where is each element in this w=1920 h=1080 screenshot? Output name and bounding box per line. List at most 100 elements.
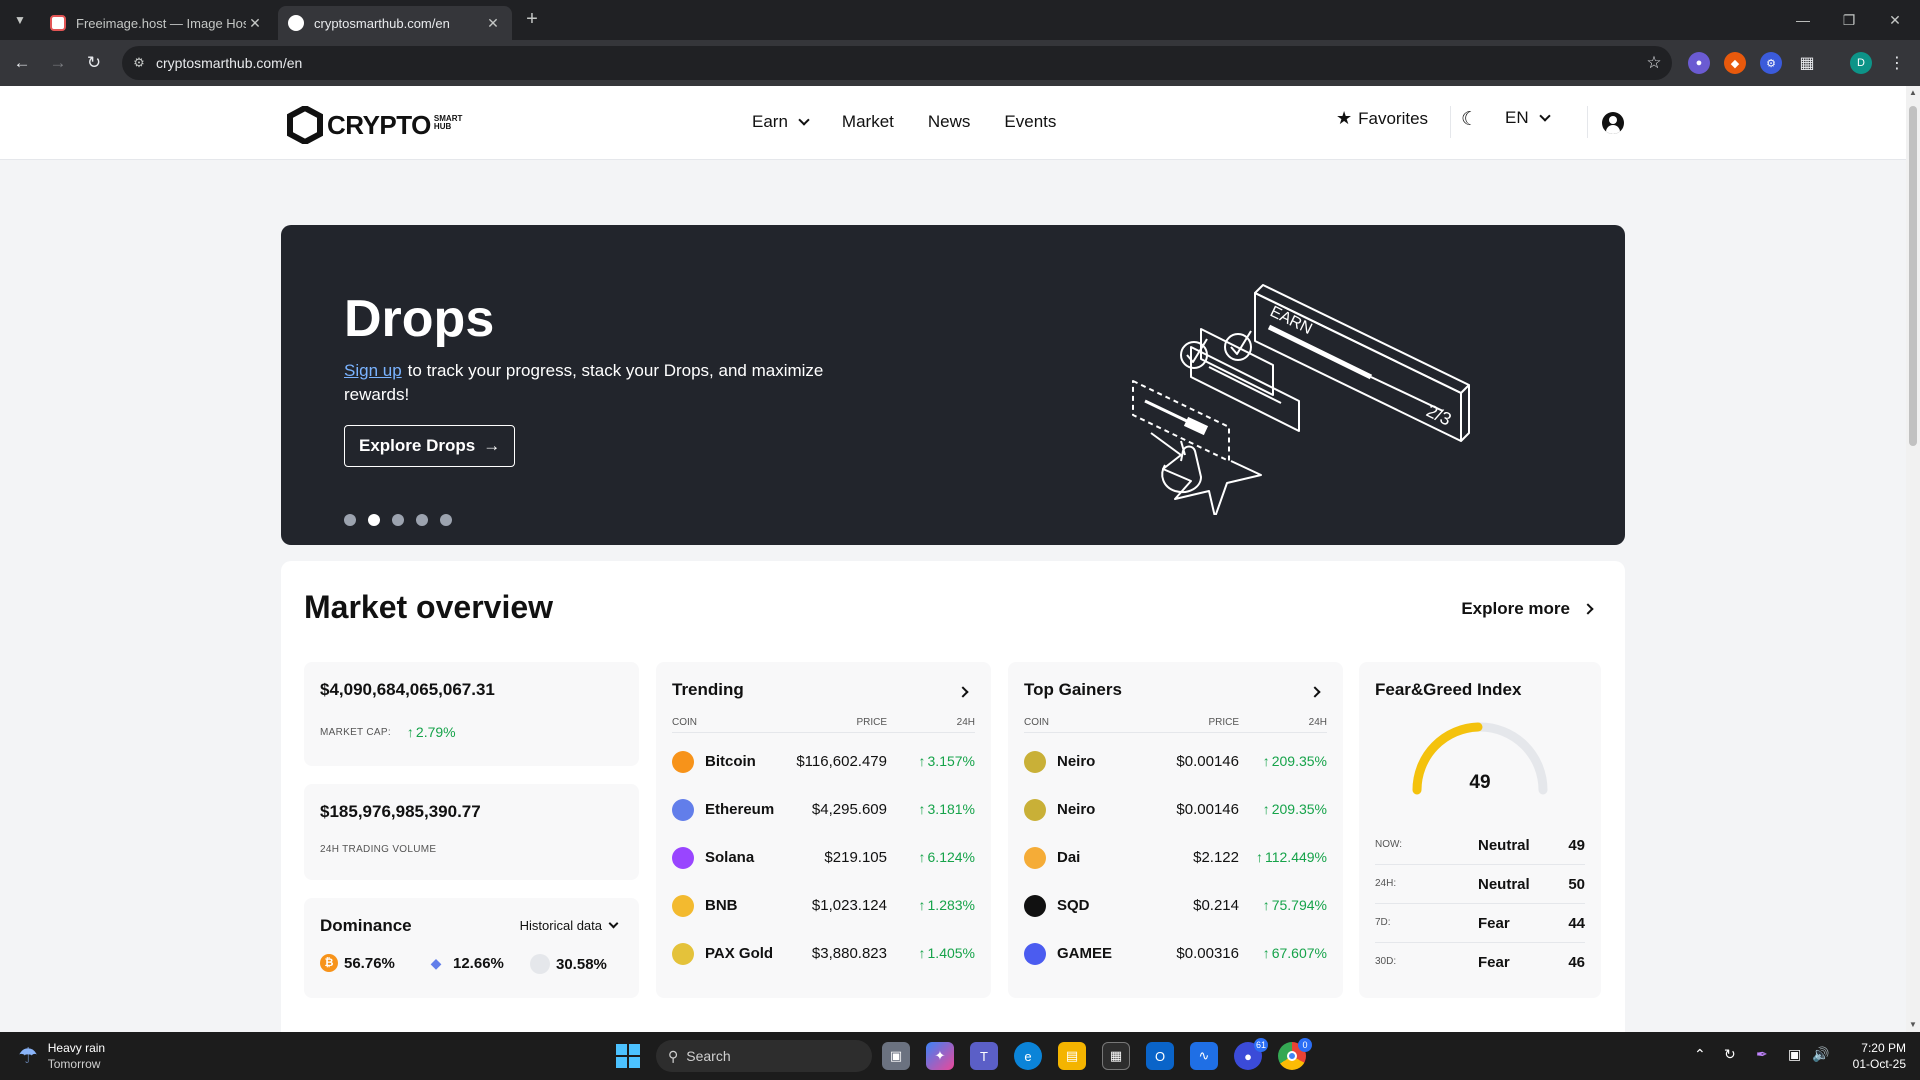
- coin-name: PAX Gold: [705, 945, 774, 962]
- table-row[interactable]: Dai $2.122 112.449%: [1024, 834, 1327, 882]
- table-row[interactable]: Neiro $0.00146 209.35%: [1024, 786, 1327, 834]
- tab-search-icon[interactable]: ▼: [8, 8, 32, 32]
- user-account-icon[interactable]: [1602, 112, 1624, 134]
- forward-icon[interactable]: →: [46, 51, 70, 75]
- chrome-icon[interactable]: 0: [1278, 1038, 1312, 1070]
- site-info-icon[interactable]: ⚙: [122, 55, 156, 71]
- tab-title: cryptosmarthub.com/en: [314, 15, 450, 31]
- extension-icon[interactable]: ◆: [1724, 52, 1746, 74]
- explore-more-link[interactable]: Explore more: [1461, 599, 1594, 619]
- favorites-label: Favorites: [1358, 108, 1429, 128]
- close-tab-icon[interactable]: ✕: [484, 15, 502, 32]
- windows-start-icon[interactable]: [614, 1042, 642, 1070]
- restore-icon[interactable]: ❐: [1826, 0, 1872, 40]
- carousel-dot[interactable]: [440, 514, 452, 526]
- table-row[interactable]: GAMEE $0.00316 67.607%: [1024, 930, 1327, 978]
- back-icon[interactable]: ←: [10, 51, 34, 75]
- extensions-puzzle-icon[interactable]: ▦: [1796, 52, 1818, 74]
- close-tab-icon[interactable]: ✕: [246, 15, 264, 32]
- explore-drops-button[interactable]: Explore Drops →: [344, 425, 516, 467]
- task-view-icon[interactable]: ▣: [882, 1042, 910, 1070]
- nav-events[interactable]: Events: [1004, 112, 1056, 132]
- table-row[interactable]: Ethereum $4,295.609 3.181%: [672, 786, 975, 834]
- scroll-down-icon[interactable]: ▼: [1906, 1018, 1920, 1032]
- network-icon[interactable]: ▣: [1788, 1046, 1801, 1063]
- trading-volume-card: $185,976,985,390.77 24H TRADING VOLUME: [304, 784, 639, 880]
- extension-icon[interactable]: ●: [1688, 52, 1710, 74]
- drops-hero-banner: Drops Sign up to track your progress, sta…: [281, 225, 1625, 545]
- carousel-dot[interactable]: [392, 514, 404, 526]
- table-row[interactable]: Neiro $0.00146 209.35%: [1024, 738, 1327, 786]
- messenger-icon[interactable]: ● 61: [1234, 1038, 1268, 1070]
- scrollbar-thumb[interactable]: [1909, 106, 1917, 446]
- bitcoin-icon: ₿: [320, 954, 338, 972]
- minimize-icon[interactable]: —: [1780, 0, 1826, 40]
- coin-price: $0.00146: [1176, 801, 1239, 818]
- whiteboard-icon[interactable]: ∿: [1190, 1042, 1218, 1070]
- favorites-link[interactable]: ★ Favorites: [1336, 108, 1428, 129]
- bitcoin-icon: [672, 751, 694, 773]
- dark-mode-moon-icon[interactable]: ☾: [1461, 108, 1478, 131]
- page-scrollbar[interactable]: ▲ ▼: [1906, 86, 1920, 1032]
- extension-icon[interactable]: ⚙: [1760, 52, 1782, 74]
- tab-cryptosmarthub[interactable]: cryptosmarthub.com/en ✕: [278, 6, 512, 40]
- carousel-dot[interactable]: [344, 514, 356, 526]
- table-row[interactable]: PAX Gold $3,880.823 1.405%: [672, 930, 975, 978]
- browser-menu-icon[interactable]: ⋮: [1886, 52, 1908, 74]
- fear-greed-value: 49: [1469, 772, 1491, 793]
- gamee-icon: [1024, 943, 1046, 965]
- top-gainers-card: Top Gainers COIN PRICE 24H Neiro $0.00146…: [1008, 662, 1343, 998]
- profile-avatar[interactable]: D: [1850, 52, 1872, 74]
- dominance-other-value: 30.58%: [556, 955, 607, 973]
- nav-news[interactable]: News: [928, 112, 971, 132]
- pen-icon[interactable]: ✒: [1756, 1046, 1768, 1063]
- table-row[interactable]: Bitcoin $116,602.479 3.157%: [672, 738, 975, 786]
- coin-name: GAMEE: [1057, 945, 1113, 962]
- coin-name: Neiro: [1057, 753, 1096, 770]
- chevron-right-icon[interactable]: [1309, 686, 1321, 698]
- coin-price: $1,023.124: [811, 897, 887, 914]
- coin-price: $2.122: [1193, 849, 1239, 866]
- language-select[interactable]: EN: [1505, 108, 1551, 128]
- sync-icon[interactable]: ↻: [1724, 1046, 1736, 1063]
- nav-market[interactable]: Market: [842, 112, 894, 132]
- fear-greed-row: 30D: Fear 46: [1375, 943, 1585, 982]
- coin-change: 3.181%: [919, 801, 975, 817]
- table-row[interactable]: SQD $0.214 75.794%: [1024, 882, 1327, 930]
- new-tab-button[interactable]: +: [520, 8, 544, 32]
- address-bar[interactable]: ⚙ cryptosmarthub.com/en ☆: [122, 46, 1672, 80]
- sentiment-value: 50: [1568, 876, 1585, 893]
- coin-price: $0.00316: [1176, 945, 1239, 962]
- coin-change: 3.157%: [919, 753, 975, 769]
- chevron-right-icon[interactable]: [957, 686, 969, 698]
- market-overview-section: Market overview Explore more $4,090,684,…: [281, 561, 1625, 1032]
- table-row[interactable]: Solana $219.105 6.124%: [672, 834, 975, 882]
- microsoft-store-icon[interactable]: ▦: [1102, 1042, 1130, 1070]
- nav-earn[interactable]: Earn: [752, 112, 810, 132]
- edge-icon[interactable]: e: [1014, 1042, 1042, 1070]
- copilot-icon[interactable]: ✦: [926, 1042, 954, 1070]
- scroll-up-icon[interactable]: ▲: [1906, 86, 1920, 100]
- taskbar-search[interactable]: ⚲ Search: [656, 1040, 872, 1072]
- file-explorer-icon[interactable]: ▤: [1058, 1042, 1086, 1070]
- tray-chevron-up-icon[interactable]: ⌃: [1694, 1046, 1706, 1063]
- teams-icon[interactable]: T: [970, 1042, 998, 1070]
- tab-freeimage[interactable]: Freeimage.host — Image Hosting ✕: [40, 6, 274, 40]
- star-icon: ★: [1336, 108, 1353, 128]
- market-cap-card: $4,090,684,065,067.31 MARKET CAP: 2.79%: [304, 662, 639, 766]
- taskbar-clock[interactable]: 7:20 PM 01-Oct-25: [1853, 1040, 1906, 1072]
- url-text[interactable]: cryptosmarthub.com/en: [156, 55, 1636, 71]
- carousel-dot[interactable]: [416, 514, 428, 526]
- carousel-dot-active[interactable]: [368, 514, 380, 526]
- outlook-icon[interactable]: O: [1146, 1042, 1174, 1070]
- reload-icon[interactable]: ↻: [82, 51, 106, 75]
- close-window-icon[interactable]: ✕: [1872, 0, 1918, 40]
- site-logo[interactable]: CRYPTO SMART HUB: [287, 106, 462, 144]
- signup-link[interactable]: Sign up: [344, 361, 402, 380]
- coin-change: 1.283%: [919, 897, 975, 913]
- historical-data-dropdown[interactable]: Historical data: [520, 918, 619, 933]
- volume-icon[interactable]: 🔊: [1812, 1046, 1829, 1063]
- table-row[interactable]: BNB $1,023.124 1.283%: [672, 882, 975, 930]
- weather-widget[interactable]: ☂ Heavy rain Tomorrow: [18, 1040, 105, 1072]
- bookmark-star-icon[interactable]: ☆: [1636, 53, 1672, 73]
